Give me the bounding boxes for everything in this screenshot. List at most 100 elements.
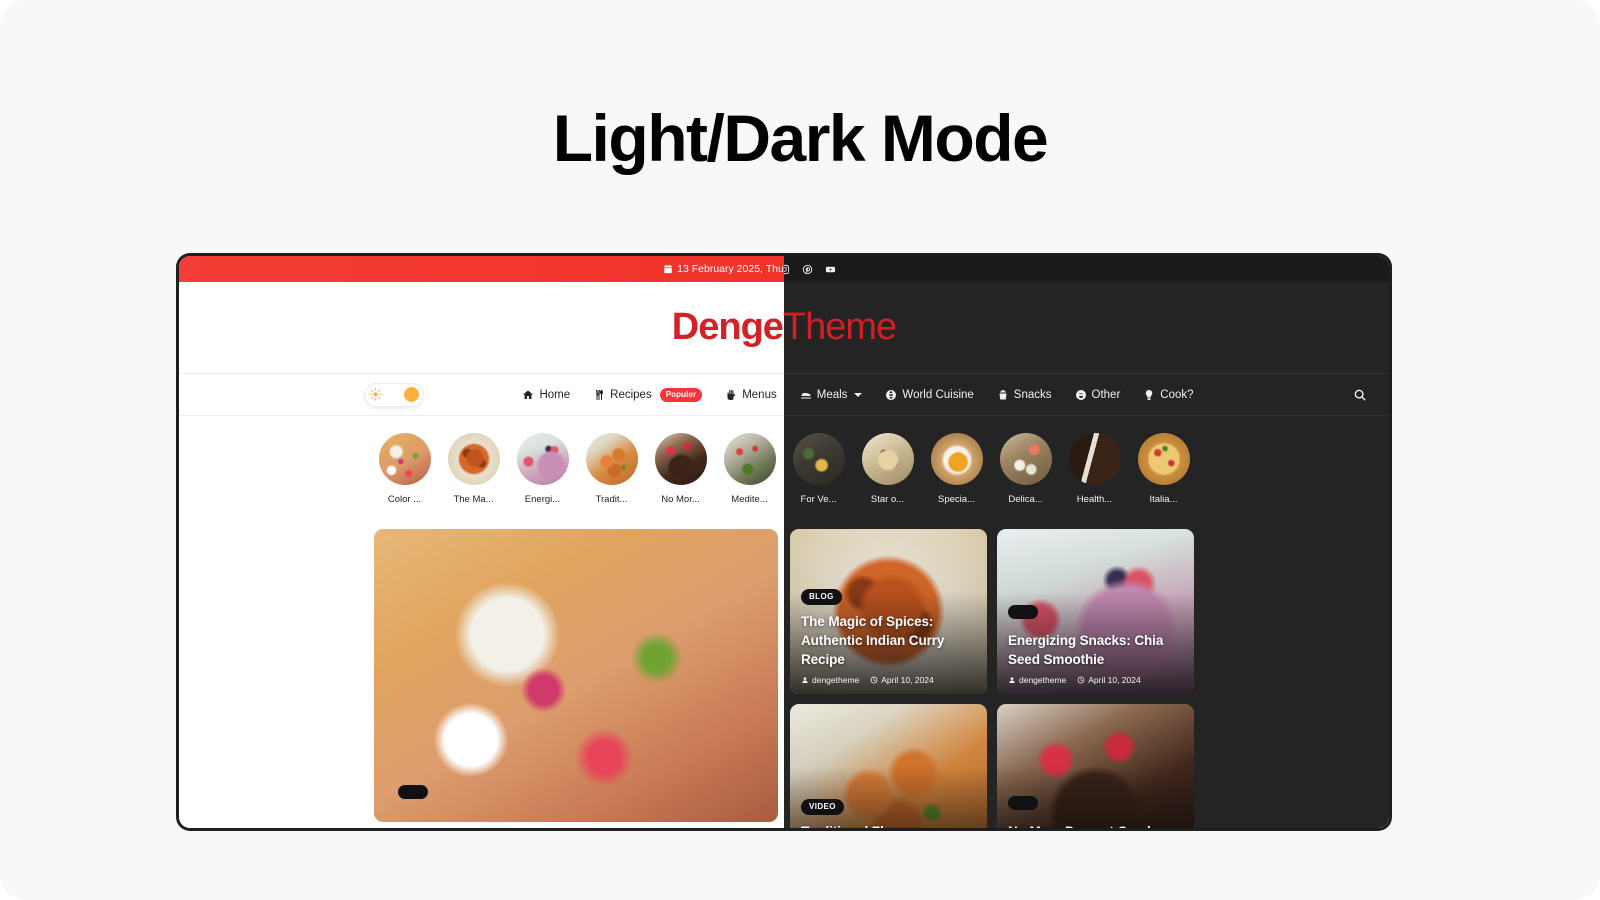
story-item[interactable]: Health...	[1068, 433, 1121, 505]
card-category-badge: VIDEO	[801, 798, 844, 815]
card-row: BLOG The Magic of Spices: Authentic Indi…	[790, 529, 1194, 694]
card-date: April 10, 2024	[1077, 675, 1141, 685]
card-title[interactable]: No More Dessert Crashes: Brownie Prepare…	[1008, 822, 1183, 828]
nav-item-recipes-label: Recipes	[610, 388, 652, 401]
logo-bold-part: Denge	[671, 306, 784, 348]
article-card[interactable]: BLOG The Magic of Spices: Authentic Indi…	[790, 529, 987, 694]
nav-item-world-cuisine-label: World Cuisine	[902, 388, 974, 401]
story-caption: Delica...	[1008, 494, 1043, 505]
nav-item-cook-label: Cook?	[1160, 388, 1194, 401]
nav-item-home[interactable]: Home	[522, 389, 570, 401]
home-icon	[522, 389, 534, 401]
card-category-badge	[1008, 604, 1038, 619]
story-caption: The Ma...	[453, 494, 494, 505]
article-card[interactable]: VIDEO Traditional Flavors: Mother's Styl…	[790, 704, 987, 828]
card-meta: dengetheme April 10, 2024	[801, 675, 976, 685]
story-item[interactable]: Specia...	[930, 433, 983, 505]
card-date: April 10, 2024	[870, 675, 934, 685]
card-title[interactable]: Energizing Snacks: Chia Seed Smoothie	[1008, 631, 1183, 669]
article-card[interactable]: No More Dessert Crashes: Brownie Prepare…	[997, 704, 1194, 828]
nav-item-meals-label: Meals	[816, 388, 848, 401]
browser-viewport: 13 February 2025, Thursday Demos Buy Den…	[179, 256, 1389, 828]
card-body: BLOG The Magic of Spices: Authentic Indi…	[801, 586, 976, 685]
story-caption: Specia...	[938, 494, 975, 505]
lightbulb-icon	[1143, 389, 1155, 401]
nav-item-cook[interactable]: Cook?	[1143, 388, 1194, 401]
story-thumbnail	[585, 433, 638, 485]
side-column-dark: BLOG The Magic of Spices: Authentic Indi…	[790, 529, 1194, 828]
emoji-icon	[1075, 389, 1087, 401]
page-root: Light/Dark Mode 13 February 2025, Thursd…	[0, 0, 1600, 900]
restaurant-icon	[593, 389, 605, 401]
story-caption: Medite...	[731, 494, 768, 505]
nav-item-other-label: Other	[1091, 388, 1121, 401]
hand-icon	[725, 389, 737, 401]
nav-item-snacks[interactable]: Snacks	[997, 389, 1052, 401]
popcorn-icon	[997, 389, 1009, 401]
clock-icon	[1077, 676, 1085, 684]
hero-article-card[interactable]	[374, 529, 778, 822]
story-thumbnail	[447, 433, 500, 485]
calendar-icon	[663, 264, 673, 274]
story-item[interactable]: Delica...	[999, 433, 1052, 505]
story-thumbnail	[1068, 433, 1121, 485]
card-author: dengetheme	[1008, 675, 1066, 685]
page-title: Light/Dark Mode	[552, 101, 1049, 175]
article-card[interactable]: Energizing Snacks: Chia Seed Smoothie de…	[997, 529, 1194, 694]
youtube-icon[interactable]	[825, 264, 836, 275]
nav-item-meals[interactable]: Meals	[800, 389, 863, 401]
user-icon	[801, 676, 809, 684]
story-item[interactable]: Medite...	[723, 433, 776, 505]
story-item[interactable]: The Ma...	[447, 433, 500, 505]
story-thumbnail	[999, 433, 1052, 485]
browser-frame: 13 February 2025, Thursday Demos Buy Den…	[176, 253, 1392, 831]
card-row: VIDEO Traditional Flavors: Mother's Styl…	[790, 704, 1194, 828]
hero-category-badge	[398, 785, 428, 799]
nav-item-recipes[interactable]: Recipes Populer	[593, 387, 703, 402]
story-thumbnail	[378, 433, 431, 485]
light-dark-mode-toggle[interactable]	[365, 383, 423, 406]
story-caption: Italia...	[1149, 494, 1178, 505]
card-body: No More Dessert Crashes: Brownie Prepare…	[1008, 795, 1183, 828]
user-icon	[1008, 676, 1016, 684]
story-thumbnail	[1137, 433, 1190, 485]
story-thumbnail	[930, 433, 983, 485]
nav-item-menus-label: Menus	[742, 388, 777, 401]
story-thumbnail	[723, 433, 776, 485]
story-thumbnail	[516, 433, 569, 485]
story-item[interactable]: Energi...	[516, 433, 569, 505]
sun-icon	[369, 388, 382, 401]
card-title[interactable]: The Magic of Spices: Authentic Indian Cu…	[801, 612, 976, 669]
story-thumbnail	[654, 433, 707, 485]
story-item[interactable]: Tradit...	[585, 433, 638, 505]
story-item[interactable]: For Ve...	[792, 433, 845, 505]
story-caption: Energi...	[524, 494, 561, 505]
story-item[interactable]: No Mor...	[654, 433, 707, 505]
card-body: VIDEO Traditional Flavors: Mother's Styl…	[801, 796, 976, 828]
card-category-badge	[1008, 795, 1038, 810]
globe-icon	[885, 389, 897, 401]
chevron-down-icon	[854, 392, 863, 397]
logo-light-part: Theme	[782, 306, 897, 348]
story-item[interactable]: Color ...	[378, 433, 431, 505]
nav-item-other[interactable]: Other	[1075, 388, 1121, 401]
pinterest-icon[interactable]	[802, 264, 813, 275]
story-item[interactable]: Star o...	[861, 433, 914, 505]
nav-item-world-cuisine[interactable]: World Cuisine	[885, 388, 974, 401]
story-caption: Star o...	[870, 494, 905, 505]
card-meta: dengetheme April 10, 2024	[1008, 675, 1183, 685]
card-author: dengetheme	[801, 675, 859, 685]
nav-badge-populer: Populer	[659, 387, 703, 402]
card-title[interactable]: Traditional Flavors: Mother's Style Lent…	[801, 822, 976, 828]
story-caption: Color ...	[387, 494, 422, 505]
nav-item-home-label: Home	[539, 388, 571, 401]
nav-item-menus[interactable]: Menus	[725, 389, 777, 401]
story-item[interactable]: Italia...	[1137, 433, 1190, 505]
utensils-icon	[800, 389, 812, 401]
search-icon[interactable]	[1353, 388, 1367, 402]
card-category-badge: BLOG	[801, 588, 842, 605]
story-thumbnail	[861, 433, 914, 485]
story-caption: For Ve...	[800, 494, 837, 505]
card-body: Energizing Snacks: Chia Seed Smoothie de…	[1008, 604, 1183, 685]
story-thumbnail	[792, 433, 845, 485]
